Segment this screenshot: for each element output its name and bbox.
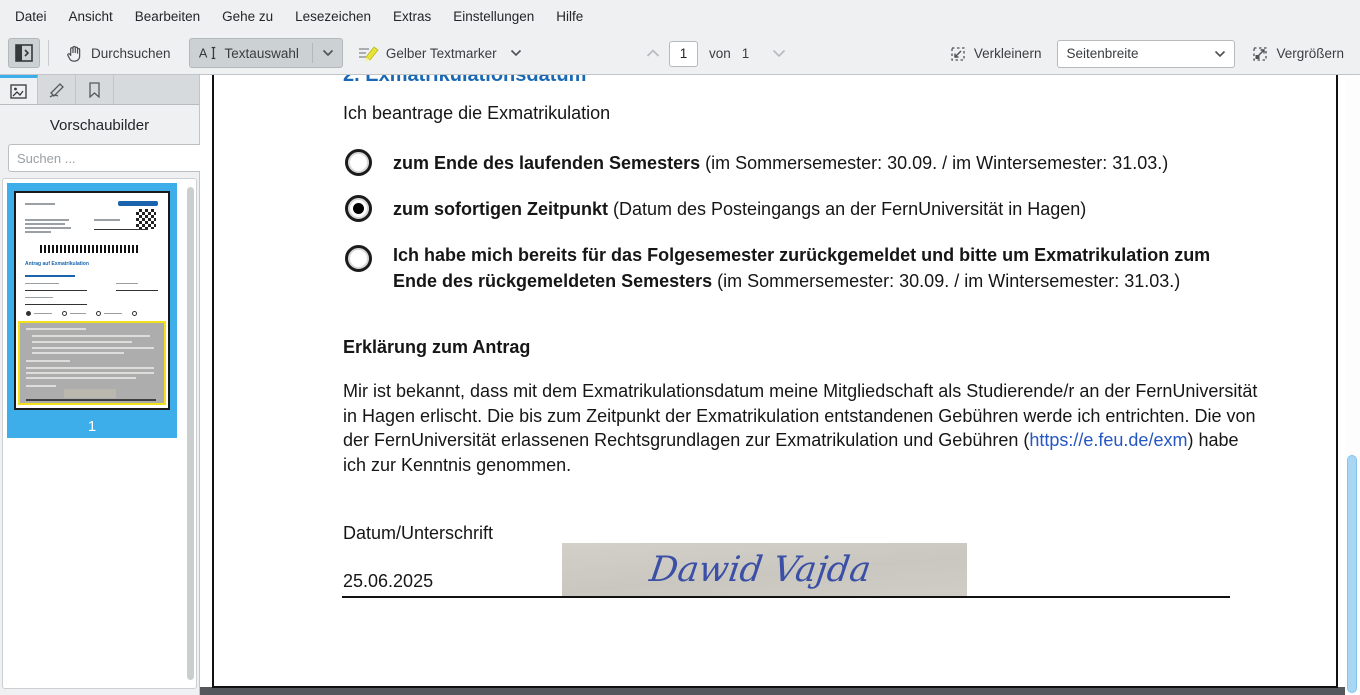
previous-page-icon[interactable] (646, 49, 660, 58)
page-of-label: von (709, 46, 731, 61)
bookmark-icon (88, 82, 101, 98)
thumbnails-icon (10, 84, 27, 99)
chevron-down-icon[interactable] (510, 49, 522, 57)
thumbnail-signature (64, 389, 116, 398)
browse-tool-button[interactable]: Durchsuchen (57, 38, 179, 68)
highlighter-icon (357, 43, 379, 63)
intro-text: Ich beantrage die Exmatrikulation (343, 103, 610, 124)
next-page-icon[interactable] (772, 49, 786, 58)
declaration-link[interactable]: https://e.feu.de/exm (1029, 430, 1187, 450)
option-2-text: zum sofortigen Zeitpunkt (Datum des Post… (393, 197, 1086, 223)
menu-extras[interactable]: Extras (382, 3, 442, 30)
highlighter-label: Gelber Textmarker (386, 46, 497, 61)
menu-bar: Datei Ansicht Bearbeiten Gehe zu Lesezei… (0, 0, 1360, 32)
toolbar: Durchsuchen A Textauswahl Gelber Textmar… (0, 32, 1360, 75)
page-navigation: von 1 (646, 32, 786, 75)
pdf-page: 2. Exmatrikulationsdatum Ich beantrage d… (212, 75, 1338, 688)
tab-annotations[interactable] (38, 75, 76, 104)
sidebar-toggle-button[interactable] (8, 38, 40, 68)
zoom-in-label: Vergrößern (1276, 46, 1344, 61)
option-1-text: zum Ende des laufenden Semesters (im Som… (393, 151, 1168, 177)
zoom-in-icon (1251, 45, 1269, 63)
declaration-paragraph: Mir ist bekannt, dass mit dem Exmatrikul… (343, 379, 1263, 478)
view-background (200, 687, 1360, 695)
sidebar-title: Vorschaubilder (0, 105, 199, 144)
zoom-in-button[interactable]: Vergrößern (1243, 39, 1352, 69)
thumbnail-page-image: Antrag auf Exmatrikulation (14, 191, 170, 410)
signature-line (342, 596, 1230, 598)
annotation-pen-icon (48, 82, 66, 98)
menu-hilfe[interactable]: Hilfe (545, 3, 594, 30)
text-selection-label: Textauswahl (225, 46, 299, 61)
page-count-label: 1 (742, 46, 750, 61)
section-heading-clipped: 2. Exmatrikulationsdatum (343, 75, 586, 88)
menu-einstellungen[interactable]: Einstellungen (442, 3, 545, 30)
zoom-mode-combobox[interactable]: Seitenbreite (1057, 40, 1235, 68)
thumbnail-page-1[interactable]: Antrag auf Exmatrikulation (7, 183, 177, 438)
document-view: 2. Exmatrikulationsdatum Ich beantrage d… (200, 75, 1360, 695)
zoom-mode-value: Seitenbreite (1066, 46, 1138, 61)
zoom-out-button[interactable]: Verkleinern (941, 39, 1050, 69)
radio-next-semester[interactable] (345, 245, 372, 272)
tab-bookmarks[interactable] (76, 75, 114, 104)
button-divider (312, 43, 313, 63)
menu-gehe-zu[interactable]: Gehe zu (211, 3, 284, 30)
signature-image: Dawid Vajda (562, 543, 967, 597)
thumbnail-form-title: Antrag auf Exmatrikulation (25, 261, 89, 267)
thumbnail-search-row (0, 144, 199, 178)
thumbnail-viewport-highlight[interactable] (18, 321, 166, 405)
page-number-input[interactable] (669, 41, 698, 67)
radio-end-of-semester[interactable] (345, 149, 372, 176)
chevron-down-icon (1214, 50, 1226, 58)
zoom-out-label: Verkleinern (974, 46, 1042, 61)
svg-text:A: A (198, 46, 207, 61)
zoom-controls: Verkleinern Seitenbreite Vergrößern (941, 32, 1352, 75)
thumbnail-page-number: 1 (7, 418, 177, 435)
radio-immediate[interactable] (345, 195, 372, 222)
vertical-scrollbar-track[interactable] (1345, 75, 1360, 695)
declaration-heading: Erklärung zum Antrag (343, 337, 530, 358)
chevron-down-icon[interactable] (322, 49, 334, 57)
hand-icon (65, 44, 84, 63)
highlighter-tool-button[interactable]: Gelber Textmarker (349, 38, 530, 68)
signature-date: 25.06.2025 (343, 571, 433, 592)
thumbnail-list: Antrag auf Exmatrikulation (2, 178, 197, 689)
tab-thumbnails[interactable] (0, 75, 38, 104)
vertical-scrollbar-thumb[interactable] (1347, 455, 1357, 693)
signature-label: Datum/Unterschrift (343, 523, 493, 544)
thumbnail-qr-code (136, 209, 156, 229)
sidebar: Vorschaubilder (0, 75, 200, 695)
menu-ansicht[interactable]: Ansicht (58, 3, 124, 30)
browse-tool-label: Durchsuchen (91, 46, 171, 61)
signature-name: Dawid Vajda (646, 549, 873, 590)
thumbnail-barcode (40, 245, 140, 253)
text-selection-tool-button[interactable]: A Textauswahl (189, 38, 343, 68)
menu-lesezeichen[interactable]: Lesezeichen (284, 3, 382, 30)
sidebar-panel-icon (15, 44, 33, 62)
toolbar-separator (48, 40, 49, 66)
search-input[interactable] (8, 144, 202, 172)
sidebar-scrollbar[interactable] (187, 187, 194, 680)
text-selection-icon: A (198, 44, 218, 62)
sidebar-tabs (0, 75, 199, 105)
zoom-out-icon (949, 45, 967, 63)
menu-bearbeiten[interactable]: Bearbeiten (124, 3, 211, 30)
menu-datei[interactable]: Datei (4, 3, 58, 30)
option-3-text: Ich habe mich bereits für das Folgesemes… (393, 243, 1238, 294)
